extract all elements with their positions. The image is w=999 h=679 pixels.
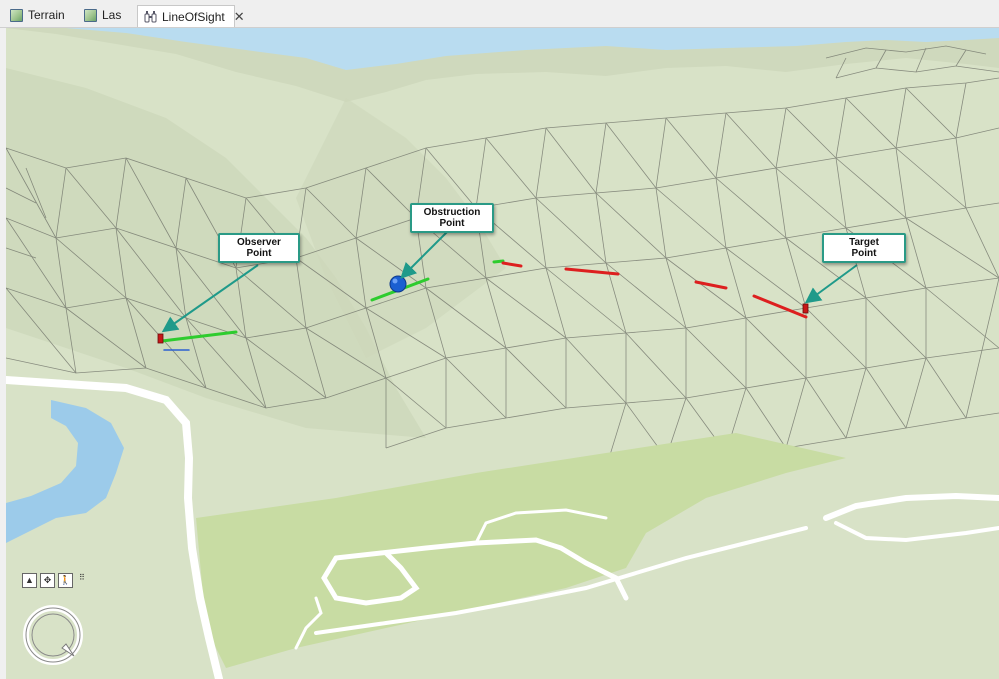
binoculars-icon xyxy=(144,10,157,23)
obstruction-point xyxy=(390,276,406,292)
target-callout-line2: Point xyxy=(851,248,876,259)
view-tab-bar: Terrain Las LineOfSight ✕ xyxy=(0,0,999,28)
navigator-compass-icon[interactable] xyxy=(22,604,84,666)
tab-lineofsight-label: LineOfSight xyxy=(162,10,225,24)
target-callout-line1: Target xyxy=(849,237,879,248)
obstruction-callout: ObstructionPoint xyxy=(410,203,494,233)
visible-segment xyxy=(494,261,503,262)
chevron-up-icon[interactable]: ▲ xyxy=(22,573,37,588)
tab-las-label: Las xyxy=(102,8,121,22)
tab-lineofsight[interactable]: LineOfSight ✕ xyxy=(137,5,235,27)
target-marker xyxy=(803,304,808,313)
tab-terrain[interactable]: Terrain xyxy=(4,4,71,26)
navigator-toolbar: ▲ ✥ 🚶 ⠿ xyxy=(22,573,85,588)
obstruction-callout-line2: Point xyxy=(439,218,464,229)
drag-dots-icon[interactable]: ⠿ xyxy=(79,573,85,588)
observer-marker xyxy=(158,334,163,343)
walk-person-icon[interactable]: 🚶 xyxy=(58,573,73,588)
terrain-scene xyxy=(6,28,999,679)
observer-callout-line1: Observer xyxy=(237,237,281,248)
obstruction-highlight xyxy=(393,279,398,284)
observer-callout: ObserverPoint xyxy=(218,233,300,263)
observer-callout-line2: Point xyxy=(246,248,271,259)
las-map-icon xyxy=(84,9,97,22)
terrain-map-icon xyxy=(10,9,23,22)
tab-las[interactable]: Las xyxy=(78,4,127,26)
tab-terrain-label: Terrain xyxy=(28,8,65,22)
target-callout: TargetPoint xyxy=(822,233,906,263)
3d-scene-view[interactable]: ObserverPoint ObstructionPoint TargetPoi… xyxy=(6,28,999,679)
pan-move-icon[interactable]: ✥ xyxy=(40,573,55,588)
obstruction-callout-line1: Obstruction xyxy=(424,207,481,218)
close-icon[interactable]: ✕ xyxy=(234,9,245,25)
